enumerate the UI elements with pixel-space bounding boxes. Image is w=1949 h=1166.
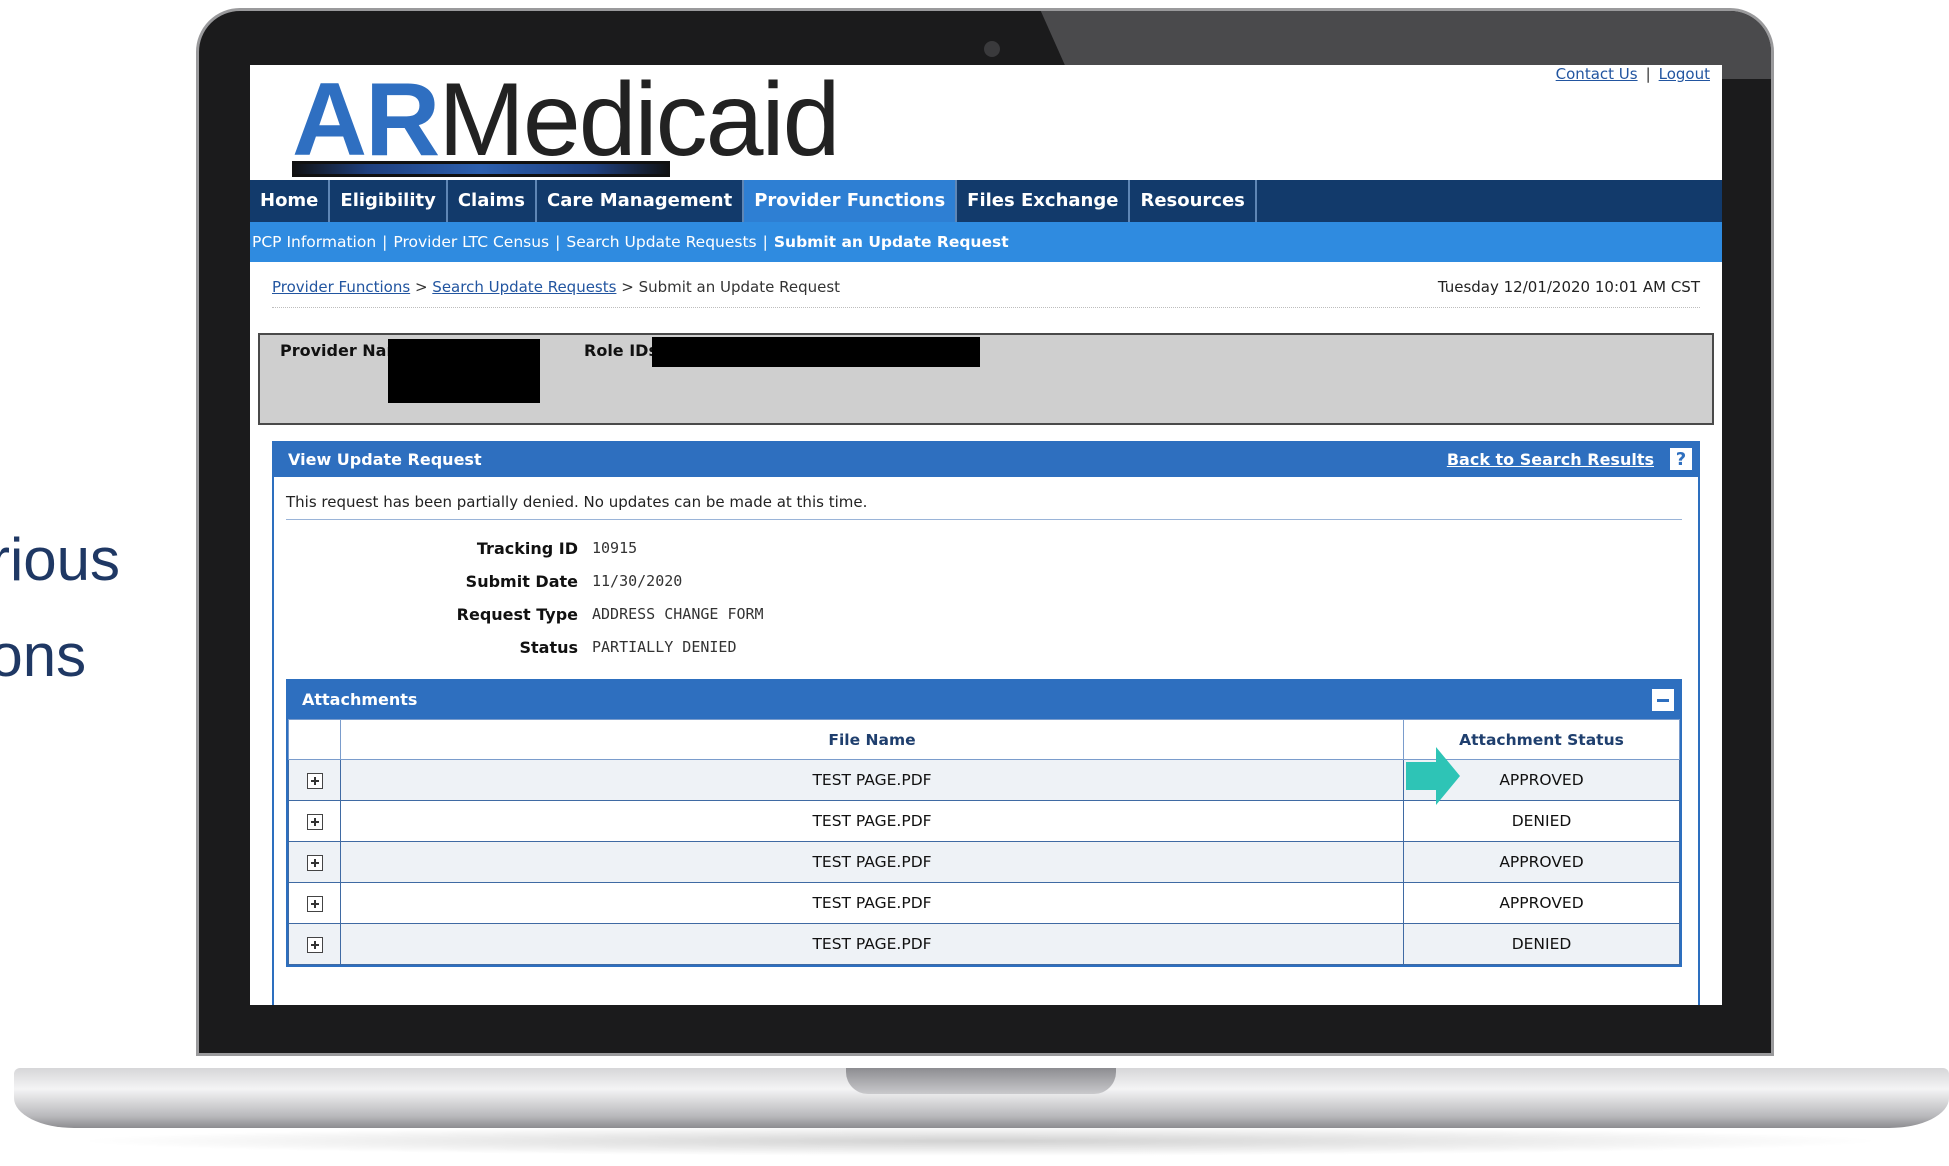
expand-plus-icon[interactable] xyxy=(306,854,323,871)
main-nav: Home Eligibility Claims Care Management … xyxy=(250,180,1722,222)
request-details: Tracking ID 10915 Submit Date 11/30/2020… xyxy=(274,539,974,671)
nav-home[interactable]: Home xyxy=(250,180,331,222)
submit-date-label: Submit Date xyxy=(465,572,578,591)
collapse-icon[interactable] xyxy=(1652,689,1674,711)
file-name-cell[interactable]: TEST PAGE.PDF xyxy=(340,759,1404,801)
status-label: Status xyxy=(519,638,578,657)
camera-icon xyxy=(984,41,1000,57)
nav-resources[interactable]: Resources xyxy=(1130,180,1257,222)
attachments-title: Attachments xyxy=(302,690,418,709)
column-header-expand xyxy=(288,719,341,760)
subnav-separator: | xyxy=(555,233,561,251)
nav-files-exchange[interactable]: Files Exchange xyxy=(957,180,1131,222)
subnav-provider-ltc-census[interactable]: Provider LTC Census xyxy=(393,233,549,251)
attachment-status-cell: DENIED xyxy=(1403,923,1680,965)
view-update-request-panel: View Update Request Back to Search Resul… xyxy=(272,441,1700,1005)
table-row: TEST PAGE.PDF DENIED xyxy=(288,923,1680,965)
sub-nav: PCP Information | Provider LTC Census | Sear… xyxy=(250,222,1722,262)
subnav-separator: | xyxy=(382,233,388,251)
current-datetime: Tuesday 12/01/2020 10:01 AM CST xyxy=(1437,278,1700,296)
submit-date-row: Submit Date 11/30/2020 xyxy=(274,572,974,605)
breadcrumb-provider-functions[interactable]: Provider Functions xyxy=(272,278,410,296)
expand-plus-icon[interactable] xyxy=(306,936,323,953)
table-row: TEST PAGE.PDF APPROVED xyxy=(288,759,1680,801)
panel-title: View Update Request xyxy=(288,450,482,469)
attachment-status-cell: APPROVED xyxy=(1403,841,1680,883)
submit-date-value: 11/30/2020 xyxy=(592,572,683,590)
provider-info-box: Provider Name Role IDs xyxy=(258,333,1714,425)
attachments-header: Attachments xyxy=(288,681,1680,719)
breadcrumb-search-update-requests[interactable]: Search Update Requests xyxy=(432,278,616,296)
table-row: TEST PAGE.PDF APPROVED xyxy=(288,841,1680,883)
contact-us-link[interactable]: Contact Us xyxy=(1556,65,1638,83)
armedicaid-logo: ARMedicaid xyxy=(292,65,840,175)
nav-eligibility[interactable]: Eligibility xyxy=(330,180,448,222)
breadcrumb-separator: > xyxy=(414,278,428,296)
subnav-separator: | xyxy=(762,233,768,251)
request-notice: This request has been partially denied. … xyxy=(286,493,1682,520)
subnav-pcp-information[interactable]: PCP Information xyxy=(252,233,376,251)
subnav-search-update-requests[interactable]: Search Update Requests xyxy=(566,233,756,251)
table-row: TEST PAGE.PDF APPROVED xyxy=(288,882,1680,924)
laptop-shadow xyxy=(70,1126,1890,1156)
role-ids-label: Role IDs xyxy=(584,341,658,360)
file-name-cell[interactable]: TEST PAGE.PDF xyxy=(340,882,1404,924)
file-name-cell[interactable]: TEST PAGE.PDF xyxy=(340,800,1404,842)
expand-cell xyxy=(288,759,341,801)
file-name-cell[interactable]: TEST PAGE.PDF xyxy=(340,923,1404,965)
expand-plus-icon[interactable] xyxy=(306,895,323,912)
expand-cell xyxy=(288,923,341,965)
browser-screen: ARMedicaid Contact Us | Logout Home Eligib… xyxy=(250,65,1722,1005)
file-name-cell[interactable]: TEST PAGE.PDF xyxy=(340,841,1404,883)
expand-cell xyxy=(288,800,341,842)
request-type-value: ADDRESS CHANGE FORM xyxy=(592,605,764,623)
divider xyxy=(272,307,1700,308)
attachment-status-cell: APPROVED xyxy=(1403,882,1680,924)
panel-header: View Update Request Back to Search Resul… xyxy=(274,443,1698,477)
expand-plus-icon[interactable] xyxy=(306,772,323,789)
slide-text-line-2: ions xyxy=(0,622,87,689)
tracking-id-row: Tracking ID 10915 xyxy=(274,539,974,572)
back-to-search-results-link[interactable]: Back to Search Results xyxy=(1447,443,1654,477)
column-header-file-name[interactable]: File Name xyxy=(340,719,1404,760)
nav-care-management[interactable]: Care Management xyxy=(537,180,745,222)
provider-name-redaction xyxy=(388,339,540,403)
breadcrumb: Provider Functions > Search Update Reque… xyxy=(272,278,840,296)
nav-provider-functions[interactable]: Provider Functions xyxy=(744,180,958,222)
logo-bar xyxy=(292,161,670,177)
nav-claims[interactable]: Claims xyxy=(448,180,538,222)
logout-link[interactable]: Logout xyxy=(1659,65,1710,83)
attachments-section: Attachments File Name Attachment Status … xyxy=(286,679,1682,967)
laptop-notch xyxy=(846,1068,1116,1094)
request-type-label: Request Type xyxy=(456,605,578,624)
expand-cell xyxy=(288,841,341,883)
tracking-id-label: Tracking ID xyxy=(476,539,578,558)
slide-text-line-1: rious xyxy=(0,526,121,593)
help-icon[interactable]: ? xyxy=(1670,448,1692,470)
callout-arrow-icon xyxy=(1406,747,1460,805)
table-row: TEST PAGE.PDF DENIED xyxy=(288,800,1680,842)
breadcrumb-separator: > xyxy=(621,278,634,296)
status-row: Status PARTIALLY DENIED xyxy=(274,638,974,671)
breadcrumb-current: Submit an Update Request xyxy=(638,278,841,296)
top-links-separator: | xyxy=(1645,65,1651,83)
attachments-table: File Name Attachment Status TEST PAGE.PD… xyxy=(288,719,1680,965)
expand-plus-icon[interactable] xyxy=(306,813,323,830)
request-type-row: Request Type ADDRESS CHANGE FORM xyxy=(274,605,974,638)
attachment-status-cell: DENIED xyxy=(1403,800,1680,842)
expand-cell xyxy=(288,882,341,924)
top-links: Contact Us | Logout xyxy=(1556,65,1710,83)
status-value: PARTIALLY DENIED xyxy=(592,638,737,656)
subnav-submit-update-request[interactable]: Submit an Update Request xyxy=(774,233,1009,251)
tracking-id-value: 10915 xyxy=(592,539,638,557)
role-ids-redaction xyxy=(652,337,980,367)
